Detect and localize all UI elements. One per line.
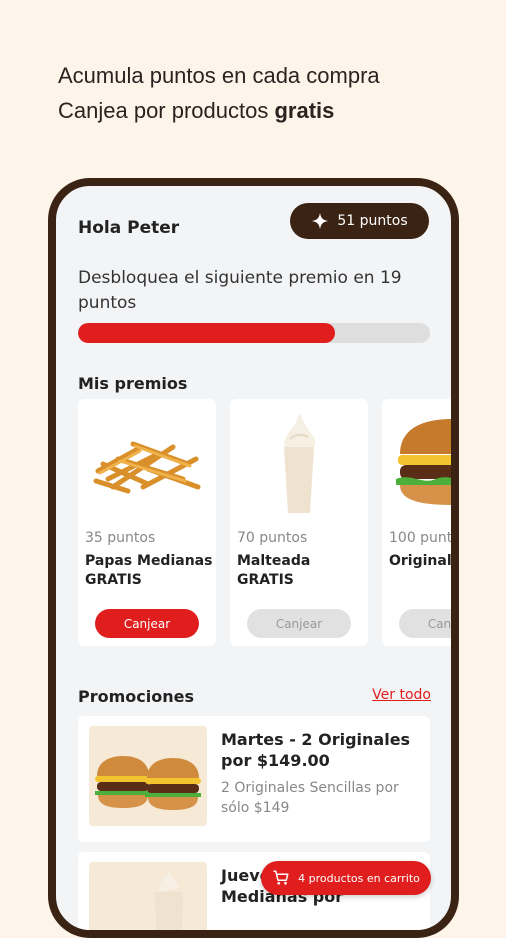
redeem-button[interactable]: Canjear (95, 609, 199, 638)
points-badge-label: 51 puntos (337, 213, 408, 229)
headline-line-1: Acumula puntos en cada compra (58, 63, 380, 88)
headline: Acumula puntos en cada compra Canjea por… (58, 58, 380, 128)
burger-icon (392, 409, 451, 514)
reward-name: Original GRATIS (389, 553, 452, 569)
cart-label: 4 productos en carrito (298, 871, 420, 885)
cart-button[interactable]: 4 productos en carrito (261, 861, 431, 895)
greeting: Hola Peter (78, 218, 180, 238)
points-progress-fill (78, 323, 335, 343)
reward-points: 35 puntos (85, 530, 156, 546)
reward-card[interactable]: 100 puntos Original GRATIS Canjear (382, 399, 453, 646)
reward-card[interactable]: 35 puntos Papas Medianas GRATIS Canjear (78, 399, 216, 646)
sparkle-icon (312, 212, 329, 230)
rewards-carousel[interactable]: 35 puntos Papas Medianas GRATIS Canjear … (78, 399, 453, 649)
headline-line-2: Canjea por productos gratis (58, 93, 380, 128)
two-burgers-icon (89, 726, 207, 826)
reward-points: 70 puntos (237, 530, 308, 546)
promotions-title: Promociones (78, 687, 194, 706)
promo-title: Martes - 2 Originales por $149.00 (221, 730, 411, 770)
reward-name: Papas Medianas GRATIS (85, 553, 213, 588)
next-reward-text: Desbloquea el siguiente premio en 19 pun… (78, 268, 402, 313)
headline-line-2-prefix: Canjea por productos (58, 98, 275, 123)
see-all-link[interactable]: Ver todo (372, 687, 431, 703)
points-progress-bar (78, 323, 430, 343)
app-screen: Hola Peter 51 puntos Desbloquea el sigui… (56, 186, 451, 930)
promo-description: 2 Originales Sencillas por sólo $149 (221, 780, 399, 816)
reward-points: 100 puntos (389, 530, 453, 546)
rewards-title: Mis premios (78, 374, 188, 393)
phone-frame: Hola Peter 51 puntos Desbloquea el sigui… (48, 178, 459, 938)
points-badge[interactable]: 51 puntos (290, 203, 429, 239)
reward-name: Malteada GRATIS (237, 553, 311, 588)
redeem-button[interactable]: Canjear (399, 609, 451, 638)
shake-icon (89, 862, 207, 930)
redeem-button[interactable]: Canjear (247, 609, 351, 638)
cart-icon (273, 870, 289, 885)
fries-icon (88, 409, 206, 514)
shake-icon (240, 409, 358, 514)
reward-card[interactable]: 70 puntos Malteada GRATIS Canjear (230, 399, 368, 646)
headline-line-2-bold: gratis (274, 98, 335, 123)
promo-card[interactable]: Martes - 2 Originales por $149.00 2 Orig… (78, 716, 430, 842)
